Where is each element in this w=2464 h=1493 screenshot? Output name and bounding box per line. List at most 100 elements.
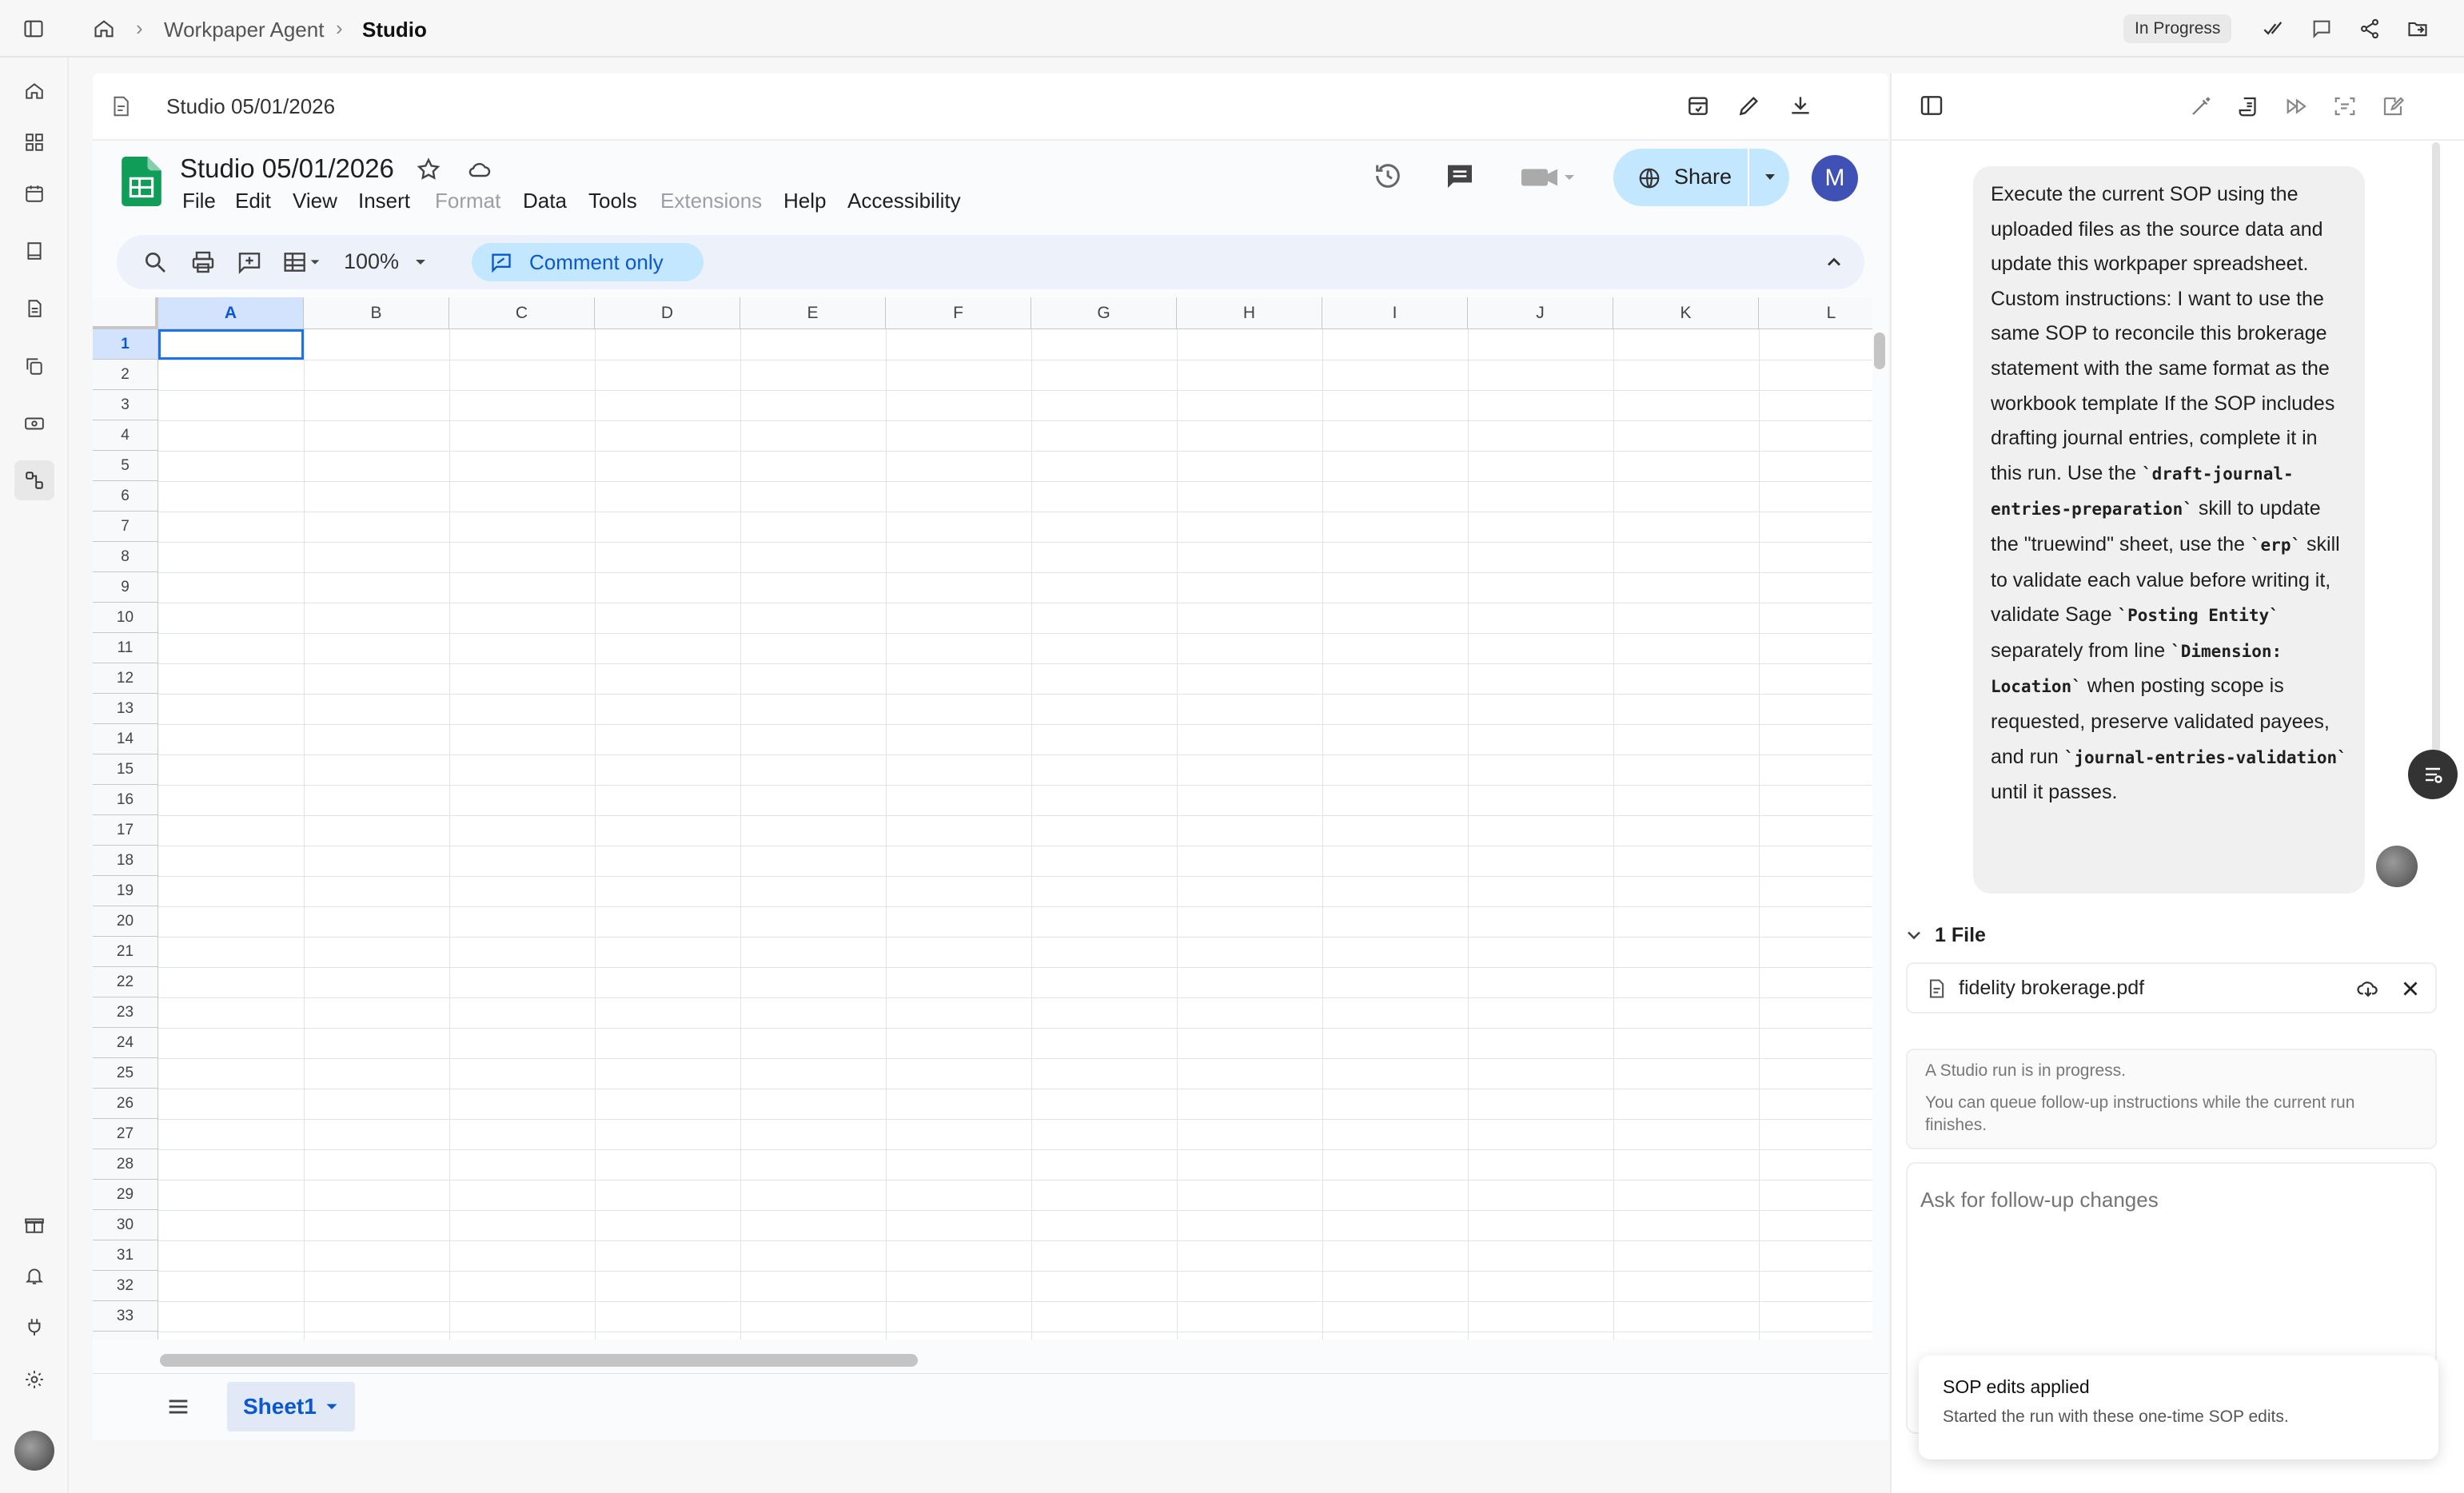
row-header-17[interactable]: 17	[93, 815, 158, 846]
tab-sheet1[interactable]: Sheet1	[227, 1382, 355, 1431]
table-icon[interactable]	[283, 249, 328, 275]
row-header-19[interactable]: 19	[93, 876, 158, 906]
row-header-1[interactable]: 1	[93, 329, 158, 360]
row-header-7[interactable]: 7	[93, 512, 158, 542]
cloud-status-icon[interactable]	[465, 157, 494, 182]
book-icon[interactable]	[20, 237, 49, 265]
scan-text-icon[interactable]	[2333, 94, 2357, 118]
document-icon[interactable]	[20, 294, 49, 323]
edit-icon[interactable]	[1736, 93, 1762, 118]
fast-forward-icon[interactable]	[2285, 94, 2309, 118]
row-header-3[interactable]: 3	[93, 390, 158, 420]
calendar-sync-icon[interactable]	[1685, 93, 1711, 118]
row-header-18[interactable]: 18	[93, 846, 158, 876]
sidebar-toggle-icon[interactable]	[19, 14, 48, 43]
comment-only-mode-button[interactable]: Comment only	[472, 243, 704, 281]
row-header-5[interactable]: 5	[93, 451, 158, 481]
row-header-14[interactable]: 14	[93, 724, 158, 754]
zoom-dropdown-icon[interactable]	[411, 253, 430, 272]
row-header-29[interactable]: 29	[93, 1180, 158, 1210]
row-header-33[interactable]: 33	[93, 1301, 158, 1332]
files-collapse-icon[interactable]	[1903, 924, 1925, 946]
row-header-32[interactable]: 32	[93, 1271, 158, 1301]
workflow-icon[interactable]	[14, 460, 54, 500]
account-avatar[interactable]: M	[1812, 155, 1858, 201]
row-header-4[interactable]: 4	[93, 420, 158, 451]
row-header-27[interactable]: 27	[93, 1119, 158, 1149]
add-comment-icon[interactable]	[237, 249, 262, 275]
menu-data[interactable]: Data	[523, 189, 567, 213]
select-all-corner[interactable]	[93, 297, 158, 329]
search-icon[interactable]	[142, 249, 168, 275]
gift-icon[interactable]	[20, 1210, 49, 1239]
share-button[interactable]: Share	[1613, 149, 1789, 206]
check-all-icon[interactable]	[2259, 14, 2288, 43]
file-name[interactable]: fidelity brokerage.pdf	[1959, 977, 2144, 1000]
row-header-34[interactable]: 34	[93, 1332, 158, 1340]
calendar-icon[interactable]	[20, 179, 49, 208]
column-header-f[interactable]: F	[886, 297, 1031, 329]
plug-icon[interactable]	[20, 1312, 49, 1341]
row-header-10[interactable]: 10	[93, 603, 158, 633]
folder-move-icon[interactable]	[2403, 14, 2432, 43]
remove-file-icon[interactable]	[2398, 977, 2422, 1001]
row-header-25[interactable]: 25	[93, 1058, 158, 1089]
settings-icon[interactable]	[20, 1365, 49, 1394]
print-icon[interactable]	[190, 249, 216, 275]
tab-dropdown-icon[interactable]	[321, 1396, 342, 1417]
menu-help[interactable]: Help	[783, 189, 826, 213]
menu-accessibility[interactable]: Accessibility	[847, 189, 961, 213]
row-header-16[interactable]: 16	[93, 785, 158, 815]
row-header-13[interactable]: 13	[93, 694, 158, 724]
chat-scrollbar[interactable]	[2432, 142, 2440, 798]
row-header-15[interactable]: 15	[93, 754, 158, 785]
row-header-31[interactable]: 31	[93, 1240, 158, 1271]
panel-toggle-icon[interactable]	[1919, 93, 1944, 118]
horizontal-scroll-thumb[interactable]	[160, 1354, 918, 1367]
row-header-2[interactable]: 2	[93, 360, 158, 390]
attached-file[interactable]: fidelity brokerage.pdf	[1906, 962, 2437, 1013]
row-header-26[interactable]: 26	[93, 1089, 158, 1119]
download-icon[interactable]	[1788, 93, 1813, 118]
row-header-8[interactable]: 8	[93, 542, 158, 572]
files-header[interactable]: 1 File	[1935, 924, 1986, 947]
column-header-g[interactable]: G	[1031, 297, 1177, 329]
row-header-22[interactable]: 22	[93, 967, 158, 997]
vertical-scroll-thumb[interactable]	[1874, 332, 1885, 369]
row-header-12[interactable]: 12	[93, 663, 158, 694]
bell-icon[interactable]	[20, 1261, 49, 1290]
row-header-20[interactable]: 20	[93, 906, 158, 937]
collapse-toolbar-icon[interactable]	[1823, 251, 1845, 273]
column-header-a[interactable]: A	[158, 297, 304, 329]
scroll-icon[interactable]	[2237, 94, 2261, 118]
floating-actions-button[interactable]	[2408, 750, 2458, 799]
row-header-23[interactable]: 23	[93, 997, 158, 1028]
menu-tools[interactable]: Tools	[588, 189, 637, 213]
magic-wand-icon[interactable]	[2189, 94, 2213, 118]
version-history-icon[interactable]	[1372, 160, 1404, 192]
row-header-9[interactable]: 9	[93, 572, 158, 603]
column-header-d[interactable]: D	[595, 297, 740, 329]
all-sheets-menu-icon[interactable]	[165, 1393, 192, 1420]
column-header-e[interactable]: E	[740, 297, 886, 329]
row-header-11[interactable]: 11	[93, 633, 158, 663]
menu-file[interactable]: File	[182, 189, 216, 213]
money-icon[interactable]	[20, 409, 49, 438]
zoom-select[interactable]: 100%	[344, 249, 399, 274]
row-header-6[interactable]: 6	[93, 481, 158, 512]
home-icon[interactable]	[20, 77, 49, 106]
column-header-c[interactable]: C	[449, 297, 595, 329]
home-icon[interactable]	[90, 14, 118, 43]
column-header-i[interactable]: I	[1322, 297, 1468, 329]
spreadsheet-grid[interactable]: ABCDEFGHIJKL 1 2 3 4 5 6 7 8 9 10 11 12 13 14 15 16 17 18…	[93, 297, 1872, 1340]
star-icon[interactable]	[416, 157, 441, 182]
cloud-download-icon[interactable]	[2355, 977, 2381, 1001]
user-avatar[interactable]	[14, 1431, 54, 1471]
menu-view[interactable]: View	[293, 189, 337, 213]
column-header-h[interactable]: H	[1177, 297, 1322, 329]
active-cell[interactable]	[158, 329, 304, 360]
comment-icon[interactable]	[2307, 14, 2336, 43]
menu-insert[interactable]: Insert	[358, 189, 410, 213]
column-header-k[interactable]: K	[1613, 297, 1759, 329]
menu-edit[interactable]: Edit	[235, 189, 271, 213]
